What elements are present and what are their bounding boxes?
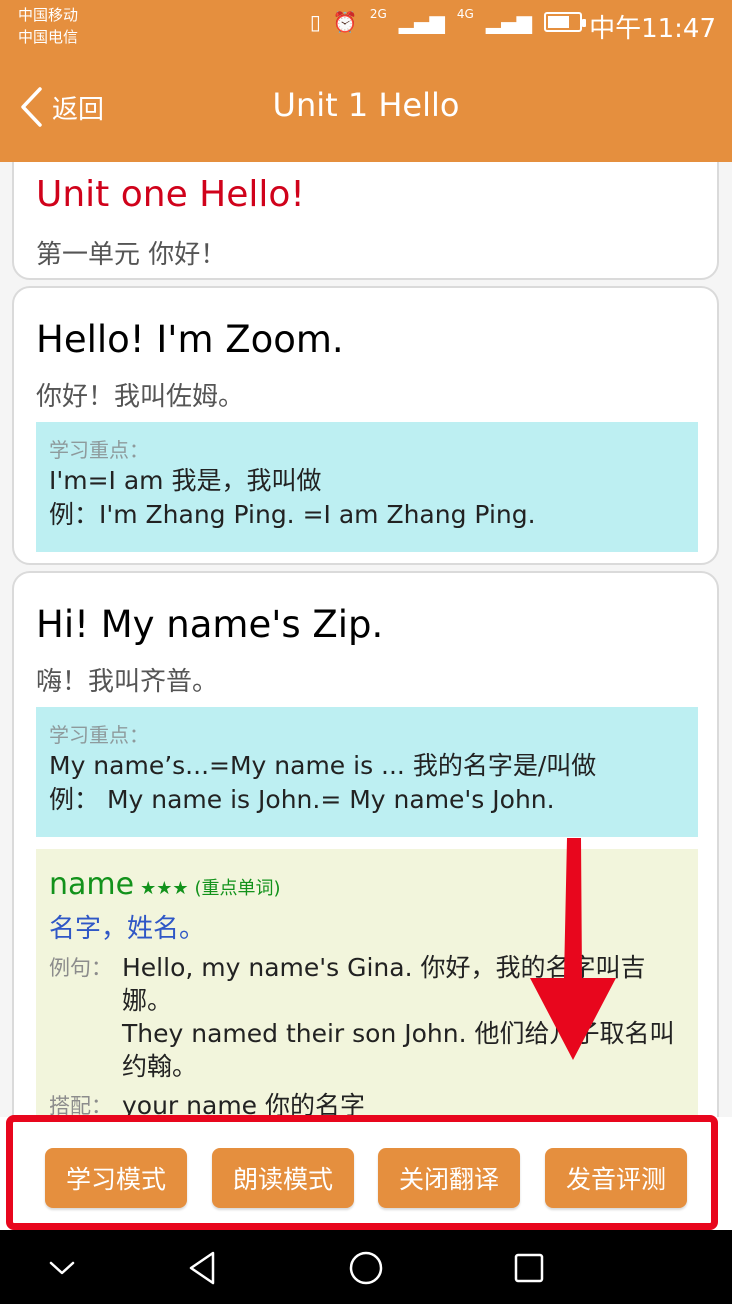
key-point-example: 例：I'm Zhang Ping. =I am Zhang Ping.: [49, 500, 536, 529]
example-label: 例句：: [49, 956, 112, 980]
unit-title-cn: 第一单元 你好！: [36, 240, 227, 270]
pronunciation-test-button[interactable]: 发音评测: [545, 1148, 687, 1208]
sentence-card[interactable]: Hello! I'm Zoom. 你好！我叫佐姆。 学习重点： I'm=I am…: [12, 286, 719, 565]
vocab-meaning: 名字，姓名。: [49, 914, 206, 944]
circle-home-icon: [349, 1251, 383, 1285]
battery-icon: [544, 12, 586, 32]
alarm-icon: ⏰: [332, 10, 358, 34]
lesson-content[interactable]: Unit one Hello! 第一单元 你好！ Hello! I'm Zoom…: [0, 162, 732, 1117]
key-point-box: 学习重点： I'm=I am 我是，我叫做 例：I'm Zhang Ping. …: [36, 422, 698, 552]
carrier-1: 中国移动: [18, 6, 79, 24]
signal-2g-icon: 2G: [369, 7, 387, 21]
signal-4g-icon: 4G: [456, 7, 474, 21]
collapse-button[interactable]: [40, 1246, 84, 1290]
signal-bars-icon-2: ▂▄▆: [485, 10, 532, 34]
sentence-cn: 你好！我叫佐姆。: [36, 382, 245, 412]
home-nav-button[interactable]: [344, 1246, 388, 1290]
study-mode-button[interactable]: 学习模式: [45, 1148, 187, 1208]
key-point-line: My name’s...=My name is ... 我的名字是/叫做: [49, 751, 597, 780]
example-sentence: They named their son John. 他们给儿子取名叫约翰。: [122, 1019, 675, 1081]
back-nav-button[interactable]: [181, 1246, 225, 1290]
nav-bar: 返回 Unit 1 Hello: [0, 52, 732, 162]
sentence-card[interactable]: Hi! My name's Zip. 嗨！我叫齐普。 学习重点： My name…: [12, 571, 719, 1117]
importance-stars: ★★★: [140, 878, 189, 899]
close-translation-button[interactable]: 关闭翻译: [378, 1148, 520, 1208]
key-point-title: 学习重点：: [49, 438, 149, 462]
status-bar: 中国移动 中国电信 ▯ ⏰ 2G ▂▄▆ 4G ▂▄▆ 中午11:47: [0, 0, 732, 52]
page-title: Unit 1 Hello: [272, 86, 460, 124]
system-nav-bar: [0, 1230, 732, 1304]
unit-title-en: Unit one Hello!: [36, 174, 305, 215]
square-recents-icon: [514, 1253, 544, 1283]
vocab-word: name: [49, 867, 135, 902]
example-list: Hello, my name's Gina. 你好，我的名字叫吉娜。 They …: [122, 951, 687, 1083]
read-mode-button[interactable]: 朗读模式: [212, 1148, 354, 1208]
status-icons: ▯ ⏰ 2G ▂▄▆ 4G ▂▄▆: [309, 7, 586, 34]
vocab-tag: (重点单词): [194, 878, 281, 899]
key-point-box: 学习重点： My name’s...=My name is ... 我的名字是/…: [36, 707, 698, 837]
collocation-row: 搭配： your name 你的名字: [49, 1089, 685, 1117]
sentence-cn: 嗨！我叫齐普。: [36, 667, 219, 697]
sentence-en: Hello! I'm Zoom.: [36, 318, 344, 361]
word-header: name ★★★ (重点单词): [49, 867, 685, 902]
key-point-title: 学习重点：: [49, 723, 149, 747]
example-sentence: Hello, my name's Gina. 你好，我的名字叫吉娜。: [122, 953, 646, 1015]
vocabulary-box: name ★★★ (重点单词) 名字，姓名。 例句： Hello, my nam…: [36, 849, 698, 1117]
key-point-example: 例： My name is John.= My name's John.: [49, 785, 555, 814]
collocation-label: 搭配：: [49, 1094, 112, 1117]
battery-fill: [548, 16, 569, 28]
status-time: 中午11:47: [589, 14, 716, 44]
vibrate-icon: ▯: [309, 10, 321, 34]
recents-nav-button[interactable]: [507, 1246, 551, 1290]
triangle-back-icon: [189, 1251, 215, 1285]
key-point-line: I'm=I am 我是，我叫做: [49, 466, 322, 495]
signal-bars-icon: ▂▄▆: [398, 10, 445, 34]
chevron-down-icon: [49, 1261, 75, 1275]
collocation-text: your name 你的名字: [122, 1091, 366, 1117]
example-row: 例句： Hello, my name's Gina. 你好，我的名字叫吉娜。 T…: [49, 951, 685, 1083]
sentence-en: Hi! My name's Zip.: [36, 603, 384, 646]
unit-card: Unit one Hello! 第一单元 你好！: [12, 162, 719, 280]
top-bar: 中国移动 中国电信 ▯ ⏰ 2G ▂▄▆ 4G ▂▄▆ 中午11:47 返回 U…: [0, 0, 732, 162]
carrier-2: 中国电信: [18, 28, 79, 46]
